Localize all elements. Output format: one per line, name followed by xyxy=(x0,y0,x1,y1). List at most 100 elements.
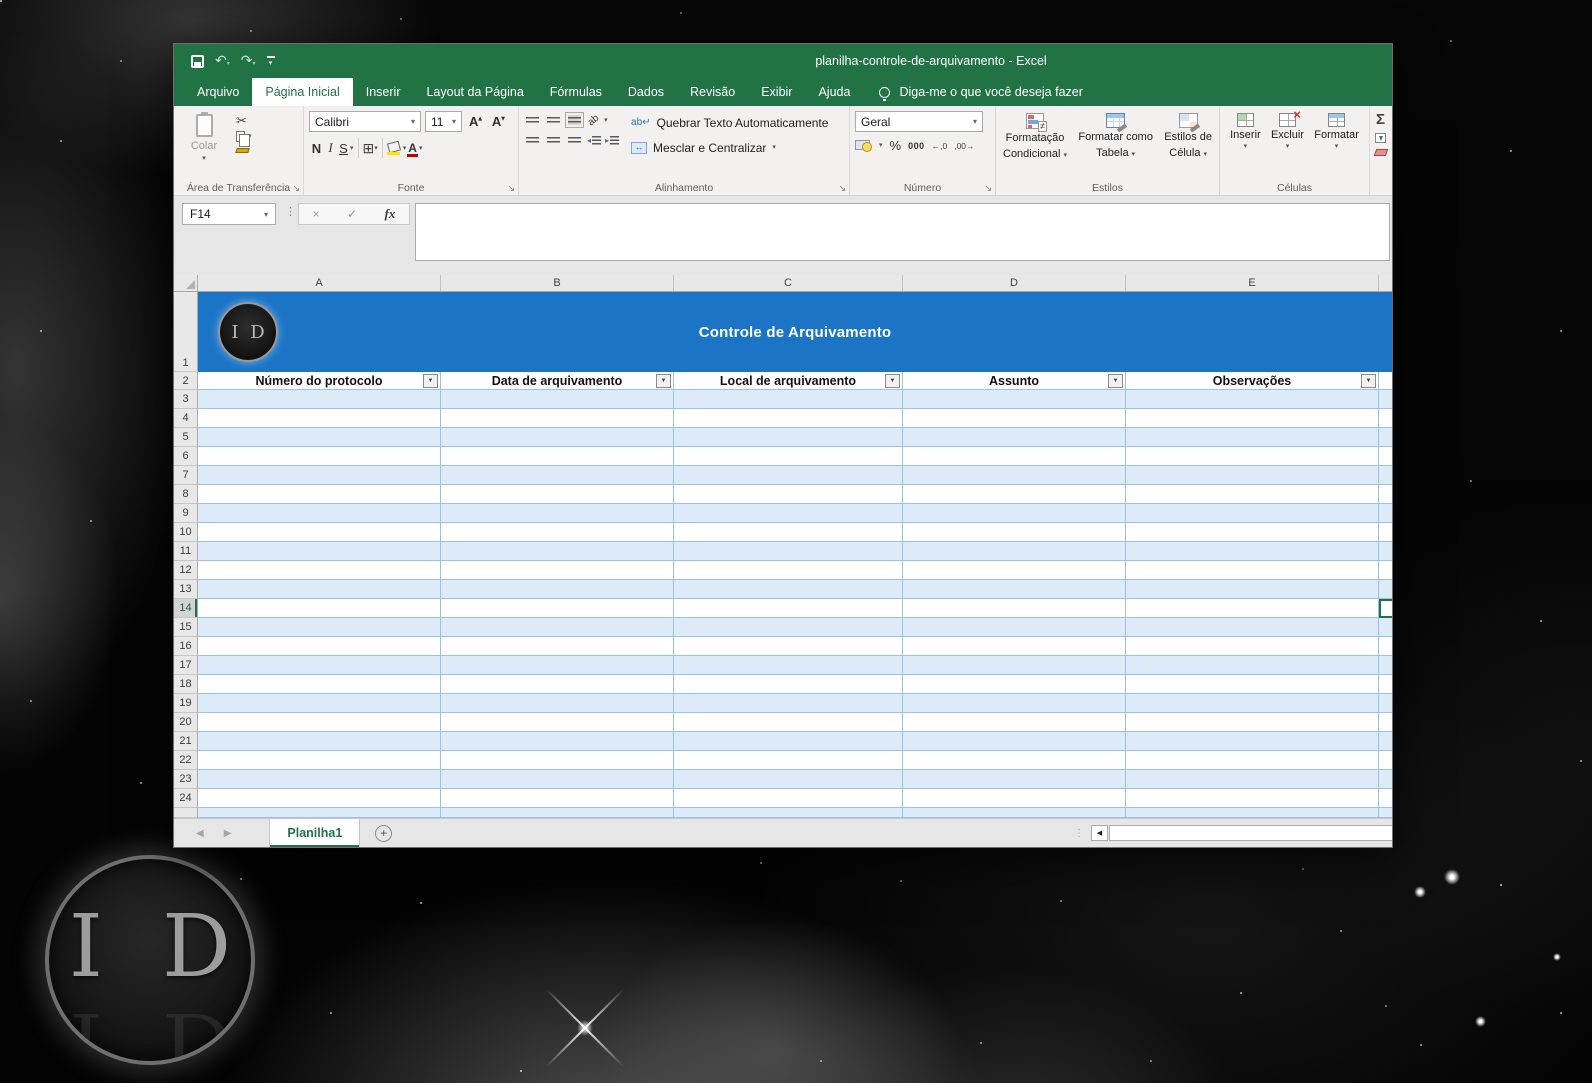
cell[interactable] xyxy=(674,656,903,675)
select-all-corner[interactable] xyxy=(174,275,198,291)
row-header-14[interactable]: 14 xyxy=(174,599,198,618)
paste-button[interactable]: Colar ▾ xyxy=(179,111,229,162)
cell[interactable] xyxy=(198,504,441,523)
currency-icon[interactable] xyxy=(855,139,872,152)
cell[interactable] xyxy=(441,656,674,675)
cell[interactable] xyxy=(441,466,674,485)
cell[interactable] xyxy=(1126,485,1379,504)
table-header-cell[interactable]: Número do protocolo ▼ xyxy=(198,372,441,390)
column-header-b[interactable]: B xyxy=(441,275,674,291)
fill-down-icon[interactable] xyxy=(1375,133,1386,143)
cell[interactable] xyxy=(674,713,903,732)
cell[interactable] xyxy=(903,580,1126,599)
decrease-indent-button[interactable]: ◂ xyxy=(587,135,602,145)
cell[interactable] xyxy=(441,447,674,466)
cell[interactable] xyxy=(1379,751,1392,770)
orientation-button[interactable]: ab xyxy=(586,112,602,128)
cell[interactable] xyxy=(903,447,1126,466)
cell[interactable] xyxy=(441,409,674,428)
font-name-combo[interactable]: Calibri ▾ xyxy=(309,111,421,132)
align-bottom-button[interactable] xyxy=(565,112,584,128)
cell[interactable] xyxy=(441,770,674,789)
cell[interactable] xyxy=(1379,390,1392,409)
cell[interactable] xyxy=(674,694,903,713)
row-header-13[interactable]: 13 xyxy=(174,580,198,599)
save-icon[interactable] xyxy=(191,54,204,68)
filter-button[interactable]: ▼ xyxy=(1361,373,1376,388)
row-header-8[interactable]: 8 xyxy=(174,485,198,504)
cell[interactable] xyxy=(903,561,1126,580)
font-color-button[interactable]: A xyxy=(406,141,419,157)
tab-inserir[interactable]: Inserir xyxy=(353,78,414,106)
cell[interactable] xyxy=(1379,428,1392,447)
row-header-15[interactable]: 15 xyxy=(174,618,198,637)
row-header-18[interactable]: 18 xyxy=(174,675,198,694)
cell[interactable] xyxy=(903,637,1126,656)
filter-button[interactable]: ▼ xyxy=(885,373,900,388)
cell[interactable] xyxy=(441,808,674,818)
italic-button[interactable]: I xyxy=(324,140,337,156)
cell[interactable] xyxy=(1126,561,1379,580)
tab-dados[interactable]: Dados xyxy=(615,78,677,106)
align-left-button[interactable] xyxy=(524,133,541,147)
cell[interactable] xyxy=(198,732,441,751)
cell[interactable] xyxy=(198,599,441,618)
cell[interactable] xyxy=(1379,713,1392,732)
cell[interactable] xyxy=(441,789,674,808)
cell[interactable] xyxy=(198,789,441,808)
merge-center-button[interactable]: ↔ Mesclar e Centralizar ▾ xyxy=(631,137,828,158)
cell[interactable] xyxy=(903,789,1126,808)
dialog-launcher-icon[interactable]: ↘ xyxy=(838,184,846,193)
row-header-11[interactable]: 11 xyxy=(174,542,198,561)
cell[interactable] xyxy=(903,390,1126,409)
cell[interactable] xyxy=(903,504,1126,523)
add-sheet-button[interactable]: + xyxy=(375,824,393,842)
column-header-e[interactable]: E xyxy=(1126,275,1379,291)
name-box[interactable]: F14 ▾ xyxy=(182,203,276,225)
cell[interactable] xyxy=(903,808,1126,818)
row-header-7[interactable]: 7 xyxy=(174,466,198,485)
active-cell-selection[interactable] xyxy=(1379,599,1392,618)
cell[interactable] xyxy=(1379,523,1392,542)
dialog-launcher-icon[interactable]: ↘ xyxy=(292,184,300,193)
column-header-f-partial[interactable] xyxy=(1379,275,1392,291)
cell[interactable] xyxy=(441,751,674,770)
formula-input[interactable] xyxy=(415,203,1390,261)
cell[interactable] xyxy=(198,542,441,561)
cut-button[interactable]: ✂ xyxy=(236,114,247,127)
tab-ajuda[interactable]: Ajuda xyxy=(805,78,863,106)
cell[interactable] xyxy=(1126,428,1379,447)
cell[interactable] xyxy=(903,732,1126,751)
delete-cells-button[interactable]: × Excluir ▾ xyxy=(1271,107,1304,150)
row-header-24[interactable]: 24 xyxy=(174,789,198,808)
cell[interactable] xyxy=(441,599,674,618)
cell[interactable] xyxy=(674,808,903,818)
cell[interactable] xyxy=(674,466,903,485)
column-header-c[interactable]: C xyxy=(674,275,903,291)
cell[interactable] xyxy=(1126,523,1379,542)
column-header-d[interactable]: D xyxy=(903,275,1126,291)
cell[interactable] xyxy=(903,675,1126,694)
cell[interactable] xyxy=(1379,789,1392,808)
increase-font-button[interactable]: A▴ xyxy=(466,114,485,129)
cell-styles-button[interactable]: Estilos de Célula ▾ xyxy=(1164,111,1212,161)
cell[interactable] xyxy=(674,618,903,637)
cell[interactable] xyxy=(1126,580,1379,599)
align-top-button[interactable] xyxy=(524,113,541,127)
cell[interactable] xyxy=(441,618,674,637)
row-header-9[interactable]: 9 xyxy=(174,504,198,523)
clear-eraser-icon[interactable] xyxy=(1373,149,1388,156)
tab-exibir[interactable]: Exibir xyxy=(748,78,805,106)
cell[interactable] xyxy=(903,428,1126,447)
cell[interactable] xyxy=(674,561,903,580)
hscroll-left-arrow[interactable]: ◀ xyxy=(1091,825,1108,841)
cell[interactable] xyxy=(903,542,1126,561)
cell[interactable] xyxy=(441,713,674,732)
table-header-cell[interactable]: Local de arquivamento ▼ xyxy=(674,372,903,390)
cell[interactable] xyxy=(198,409,441,428)
cell[interactable] xyxy=(1379,656,1392,675)
cell[interactable] xyxy=(441,504,674,523)
customize-qat-button[interactable]: ▾ xyxy=(266,55,275,67)
cell[interactable] xyxy=(198,466,441,485)
decrease-decimal-button[interactable]: ,00→ xyxy=(954,141,974,151)
